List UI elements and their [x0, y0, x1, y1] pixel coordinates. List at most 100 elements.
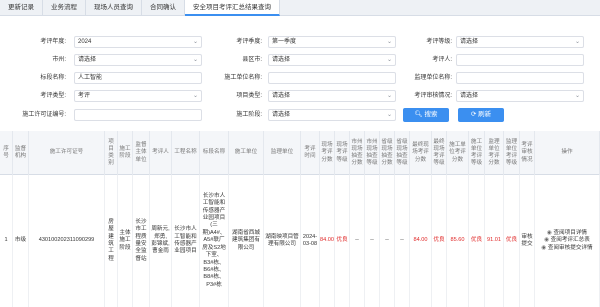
project-input[interactable]: 人工智能 — [74, 72, 202, 84]
year-select[interactable]: 2024 ⌄ — [74, 36, 202, 48]
assess-type-value: 考评 — [78, 93, 91, 99]
cell-city-score: -- — [350, 175, 365, 307]
th-permit: 施工许可证号 — [29, 131, 105, 175]
cell-audit: 审核提交 — [520, 175, 535, 307]
audit-select[interactable]: 请选择 ⌄ — [456, 90, 584, 102]
city-value: 请选择 — [78, 57, 97, 63]
chevron-down-icon: ⌄ — [574, 93, 580, 99]
cell-permit: 430100202311090299 — [29, 175, 105, 307]
refresh-button[interactable]: ⟳ 刷新 — [458, 108, 504, 122]
level-select[interactable]: 请选择 ⌄ — [456, 36, 584, 48]
cell-city-level: -- — [365, 175, 380, 307]
year-value: 2024 — [78, 39, 92, 45]
construction-unit-input[interactable] — [268, 72, 396, 84]
th-final-level: 最终现场考评等级 — [432, 131, 447, 175]
th-cons-score: 施工单位考评分数 — [447, 131, 469, 175]
th-audit: 考评审核情况 — [520, 131, 535, 175]
project-label: 标段名称: — [40, 75, 66, 81]
construction-unit-label: 施工单位名称: — [224, 75, 262, 81]
stage-select[interactable]: 请选择 ⌄ — [268, 109, 396, 121]
permit-label: 施工许可证编号: — [22, 112, 66, 118]
view-summary-label: 查阅考评汇总表 — [550, 237, 590, 244]
th-index: 序号 — [0, 131, 13, 175]
cell-agency: 市级 — [13, 175, 29, 307]
tab-contract-confirm[interactable]: 合同确认 — [142, 0, 185, 16]
cell-final-level: 优良 — [432, 175, 447, 307]
th-sup-level: 监理单位考评等级 — [504, 131, 520, 175]
refresh-icon: ⟳ — [470, 111, 477, 118]
assess-type-select[interactable]: 考评 ⌄ — [74, 90, 202, 102]
th-city-level: 市州现场抽查等级 — [365, 131, 380, 175]
tab-update-log[interactable]: 更新记录 — [0, 0, 43, 16]
year-label: 考评年度: — [40, 39, 66, 45]
project-type-label: 项目类型: — [236, 93, 262, 99]
city-select[interactable]: 请选择 ⌄ — [74, 54, 202, 66]
city-label: 市州: — [52, 57, 66, 63]
view-audit-detail-link[interactable]: ◉ 查阅审核提交详情 — [541, 245, 592, 252]
project-type-select[interactable]: 请选择 ⌄ — [268, 90, 396, 102]
th-cons-level: 施工单位考评等级 — [469, 131, 485, 175]
assess-type-label: 考评类型: — [40, 93, 66, 99]
search-button[interactable]: 🔍︎ 搜索 — [403, 108, 449, 122]
cell-prov-score: -- — [380, 175, 395, 307]
chevron-down-icon: ⌄ — [386, 39, 392, 45]
th-prov-score: 省级现场抽查分数 — [380, 131, 395, 175]
season-value: 第一季度 — [272, 39, 297, 45]
refresh-button-label: 刷新 — [478, 111, 492, 118]
th-sup-score: 监理单位考评分数 — [485, 131, 504, 175]
th-supervisor: 监督主体单位 — [133, 131, 150, 175]
cell-prov-level: -- — [395, 175, 410, 307]
cell-supervisor: 长沙市工程质量安全监督站 — [133, 175, 150, 307]
eye-icon: ◉ — [541, 244, 547, 251]
tab-business-flow[interactable]: 业务流程 — [43, 0, 86, 16]
county-select[interactable]: 请选择 ⌄ — [268, 54, 396, 66]
th-city-score: 市州现场抽查分数 — [350, 131, 365, 175]
audit-label: 考评审核情况: — [414, 93, 452, 99]
audit-value: 请选择 — [460, 93, 479, 99]
th-construction-unit: 施工单位 — [229, 131, 264, 175]
th-supervision-unit: 监理单位 — [264, 131, 301, 175]
th-project-name: 工程名称 — [172, 131, 200, 175]
supervision-unit-input[interactable] — [456, 72, 584, 84]
search-button-label: 搜索 — [424, 111, 438, 118]
stage-label: 施工阶段: — [236, 112, 262, 118]
cell-stage: 主体施工阶段 — [118, 175, 133, 307]
cell-site-level: 优良 — [335, 175, 350, 307]
cell-category: 房屋建筑工程 — [105, 175, 118, 307]
county-value: 请选择 — [272, 57, 291, 63]
cell-index: 1 — [0, 175, 13, 307]
th-operations: 操作 — [535, 131, 600, 175]
th-agency: 监督机构 — [13, 131, 29, 175]
search-icon: 🔍︎ — [414, 111, 423, 118]
cell-cons-score: 85.60 — [447, 175, 469, 307]
season-select[interactable]: 第一季度 ⌄ — [268, 36, 396, 48]
cell-project-name: 长沙市人工智能和传感器产业园项目 — [172, 175, 200, 307]
cell-construction-unit: 湖南省西城建筑集团有限公司 — [229, 175, 264, 307]
th-site-level: 现场考评等级 — [335, 131, 350, 175]
permit-input[interactable] — [74, 109, 202, 121]
project-type-value: 请选择 — [272, 93, 291, 99]
assessor-label: 考评人: — [432, 57, 452, 63]
view-summary-link[interactable]: ◉ 查阅考评汇总表 — [544, 237, 590, 244]
cell-cons-level: 优良 — [469, 175, 485, 307]
th-assessor: 考评人 — [150, 131, 172, 175]
chevron-down-icon: ⌄ — [574, 39, 580, 45]
cell-final-score: 84.00 — [410, 175, 432, 307]
view-audit-detail-label: 查阅审核提交详情 — [547, 244, 593, 251]
assessor-input[interactable] — [456, 54, 584, 66]
cell-assessor: 周新元, 郑勇, 彭锦斌, 曹金雨 — [150, 175, 172, 307]
th-stage: 施工阶段 — [118, 131, 133, 175]
tab-site-personnel[interactable]: 现场人员查询 — [86, 0, 142, 16]
chevron-down-icon: ⌄ — [192, 39, 198, 45]
th-final-score: 最终现场考评分数 — [410, 131, 432, 175]
tab-bar: 更新记录 业务流程 现场人员查询 合同确认 安全项目考评汇总结果查询 — [0, 0, 600, 16]
tab-safety-assessment[interactable]: 安全项目考评汇总结果查询 — [185, 0, 280, 16]
th-category: 项目类别 — [105, 131, 118, 175]
level-label: 考评等级: — [426, 39, 452, 45]
season-label: 考评季度: — [236, 39, 262, 45]
chevron-down-icon: ⌄ — [386, 112, 392, 118]
cell-operations: ◉ 查阅项目详情 ◉ 查阅考评汇总表 ◉ 查阅审核提交详情 — [535, 175, 600, 307]
eye-icon: ◉ — [546, 229, 552, 236]
cell-sup-score: 91.01 — [485, 175, 504, 307]
th-time: 考评时间 — [301, 131, 320, 175]
